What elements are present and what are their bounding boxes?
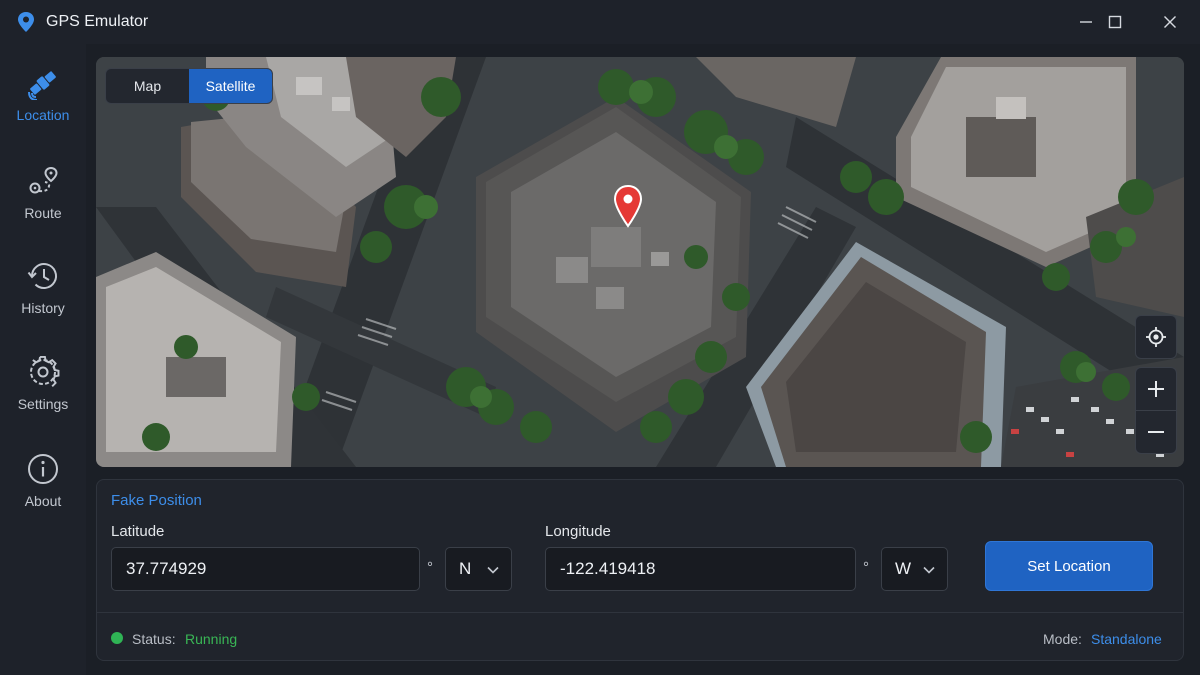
fake-position-panel: Fake Position Latitude 37.774929 ° N Lon… — [96, 479, 1184, 661]
location-pin-icon[interactable] — [612, 184, 644, 230]
map-view-toggle: Map Satellite — [105, 68, 273, 104]
zoom-out-icon — [1148, 431, 1164, 433]
sidebar-item-history[interactable]: History — [0, 259, 86, 347]
chevron-down-icon — [923, 566, 935, 574]
longitude-input[interactable]: -122.419418 — [545, 547, 856, 591]
longitude-hemisphere-value: W — [895, 559, 912, 578]
satellite-mode-button[interactable]: Satellite — [189, 69, 272, 103]
mode-value: Standalone — [1091, 631, 1162, 647]
maximize-icon — [1108, 15, 1122, 29]
sidebar-item-route[interactable]: Route — [0, 164, 86, 252]
sidebar-item-label: Settings — [17, 396, 69, 412]
zoom-in-icon — [1148, 381, 1164, 397]
satellite-icon — [28, 71, 56, 100]
title-bar: GPS Emulator — [0, 0, 1200, 44]
locate-icon — [1146, 327, 1166, 347]
map-mode-button[interactable]: Map — [106, 69, 189, 103]
map-view[interactable]: Map Satellite — [96, 57, 1184, 467]
close-button[interactable] — [1142, 0, 1198, 44]
gear-icon — [30, 355, 60, 387]
maximize-button[interactable] — [1087, 0, 1143, 44]
panel-title: Fake Position — [111, 492, 202, 509]
location-pin-icon — [18, 12, 34, 32]
longitude-hemisphere-select[interactable]: W — [881, 547, 948, 591]
sidebar-item-location[interactable]: Location — [0, 66, 86, 154]
locate-button[interactable] — [1136, 316, 1176, 358]
info-icon — [28, 454, 58, 484]
panel-divider — [97, 612, 1183, 613]
latitude-label: Latitude — [111, 523, 165, 540]
satellite-imagery — [96, 57, 1184, 467]
latitude-hemisphere-select[interactable]: N — [445, 547, 512, 591]
mode-label: Mode: — [1043, 631, 1082, 647]
sidebar-item-about[interactable]: About — [0, 452, 86, 540]
zoom-control — [1135, 367, 1177, 454]
sidebar-item-label: Location — [16, 107, 70, 123]
sidebar-item-label: Route — [24, 205, 62, 221]
sidebar-item-label: History — [21, 300, 65, 316]
app-title: GPS Emulator — [46, 13, 149, 30]
latitude-input[interactable]: 37.774929 — [111, 547, 420, 591]
sidebar-item-settings[interactable]: Settings — [0, 355, 86, 443]
status-label: Status: — [132, 631, 176, 647]
latitude-hemisphere-value: N — [459, 559, 472, 578]
chevron-down-icon — [487, 566, 499, 574]
sidebar: Location Route History Settings About — [0, 44, 86, 675]
zoom-out-button[interactable] — [1136, 411, 1176, 453]
close-icon — [1164, 16, 1176, 28]
latitude-degree-symbol: ° — [427, 559, 433, 576]
sidebar-item-label: About — [24, 493, 62, 509]
locate-control — [1135, 315, 1177, 359]
longitude-degree-symbol: ° — [863, 559, 869, 576]
zoom-in-button[interactable] — [1136, 368, 1176, 410]
status-indicator — [111, 632, 123, 644]
longitude-label: Longitude — [545, 523, 611, 540]
set-location-button[interactable]: Set Location — [985, 541, 1153, 591]
history-icon — [27, 263, 57, 289]
route-icon — [29, 166, 58, 194]
status-value: Running — [185, 631, 238, 647]
